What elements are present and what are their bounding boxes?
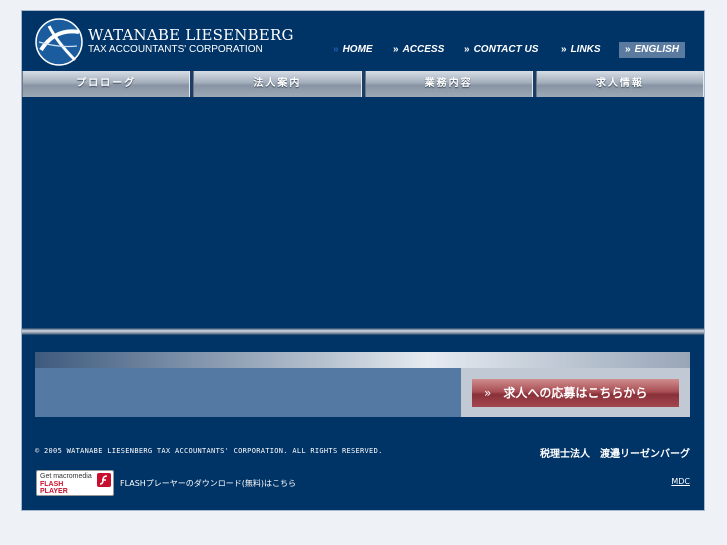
flash-badge-line1: FLASH [40,481,64,488]
nav-english-label: ENGLISH [634,44,680,55]
chevron-right-icon: » [393,44,399,55]
menu-item-company[interactable]: 法人案内 [193,71,362,97]
menu-item-services[interactable]: 業務内容 [364,71,533,97]
flash-badge-line2: PLAYER [40,488,68,495]
flash-content-area [22,99,704,327]
chevron-right-icon: » [333,44,339,55]
nav-links-label: LINKS [570,44,601,55]
menu-item-prologue[interactable]: プロローグ [22,71,191,97]
divider [22,328,704,335]
nav-access-link[interactable]: » ACCESS [393,42,444,58]
chevron-right-icon: » [625,44,631,55]
nav-contact-link[interactable]: » CONTACT US [464,42,538,58]
flash-download-link[interactable]: FLASHプレーヤーのダウンロード(無料)はこちら [120,478,296,489]
flash-badge-top-text: Get macromedia [40,473,92,480]
chevron-right-icon: » [484,386,492,400]
flash-logo-icon [97,473,111,487]
nav-home-label: HOME [342,44,373,55]
chevron-right-icon: » [464,44,470,55]
get-flash-player-badge[interactable]: Get macromedia FLASH PLAYER [36,470,114,496]
recruit-apply-label: 求人への応募はこちらから [503,386,648,400]
chevron-right-icon: » [561,44,567,55]
nav-access-label: ACCESS [402,44,445,55]
menu-item-recruitment[interactable]: 求人情報 [535,71,704,97]
copyright-text: © 2005 WATANABE LIESENBERG TAX ACCOUNTAN… [35,447,383,455]
top-nav: » HOME » ACCESS » CONTACT US » LINKS » ENGLIS… [22,42,706,60]
nav-home-link[interactable]: » HOME [333,42,373,58]
flash-badge-title: FLASH PLAYER [40,481,80,495]
mdc-link[interactable]: MDC [647,477,690,486]
recruit-apply-button[interactable]: » 求人への応募はこちらから [472,379,679,407]
site-frame: WATANABE LIESENBERG TAX ACCOUNTANTS' COR… [21,10,705,511]
japanese-company-name: 税理士法人 渡邉リーゼンバーグ [540,449,690,460]
nav-links-link[interactable]: » LINKS [561,42,601,58]
main-menu: プロローグ 法人案内 業務内容 求人情報 [22,71,704,97]
nav-contact-label: CONTACT US [473,44,539,55]
banner-header-strip [35,352,690,368]
nav-english-link[interactable]: » ENGLISH [619,42,686,58]
